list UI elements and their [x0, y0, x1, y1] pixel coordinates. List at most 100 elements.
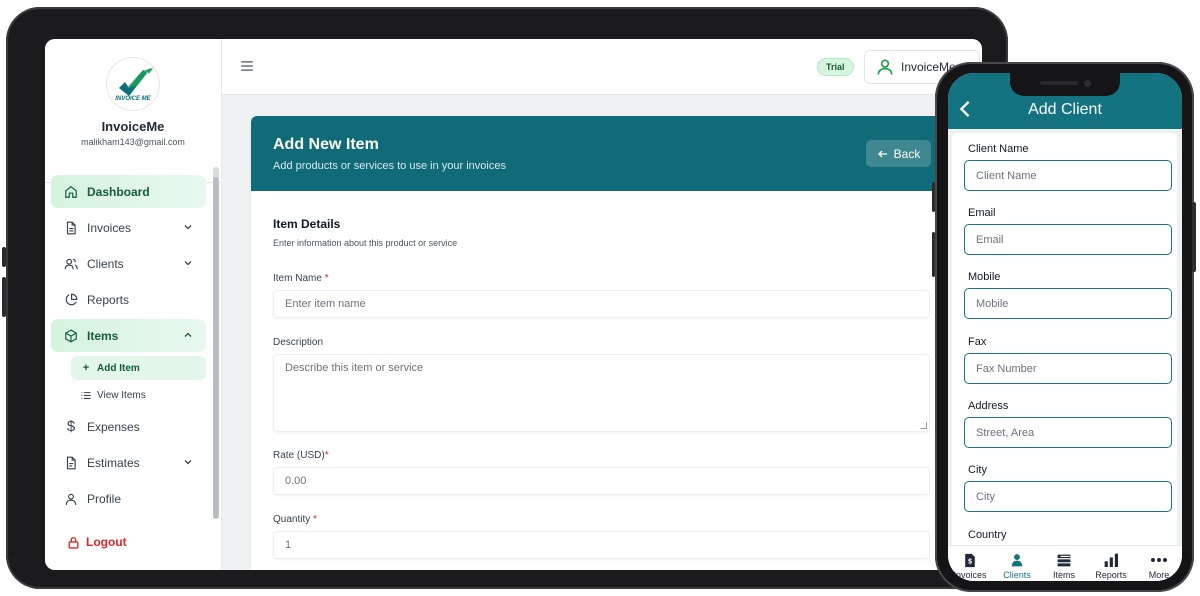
top-bar: Trial InvoiceMe	[222, 39, 982, 95]
chevron-down-icon	[184, 261, 192, 266]
tab-label: Clients	[1003, 570, 1031, 580]
sidebar: INVOICE ME InvoiceMe malikham143@gmail.c…	[45, 39, 222, 570]
address-label: Address	[968, 400, 1009, 412]
sidebar-item-label: Expenses	[87, 419, 140, 434]
phone-side-button	[932, 182, 935, 212]
city-label: City	[968, 464, 987, 476]
required-marker: *	[324, 273, 329, 284]
tab-more[interactable]: More	[1136, 552, 1182, 580]
address-input[interactable]: Street, Area	[964, 417, 1172, 448]
phone-page-title: Add Client	[1028, 101, 1102, 118]
tab-reports[interactable]: Reports	[1088, 552, 1134, 580]
tablet-side-button	[2, 277, 6, 317]
file-icon	[63, 220, 79, 236]
hamburger-menu-icon[interactable]	[240, 59, 254, 73]
sidebar-item-label: Invoices	[87, 220, 132, 235]
logout-label: Logout	[86, 535, 127, 549]
tab-items[interactable]: Items	[1041, 552, 1087, 580]
sidebar-item-clients[interactable]: Clients	[51, 247, 206, 280]
tab-label: Reports	[1095, 570, 1127, 580]
back-button[interactable]: Back	[866, 140, 931, 167]
more-icon	[1136, 552, 1182, 568]
quantity-label: Quantity *	[273, 514, 317, 525]
speaker-grille	[1040, 81, 1078, 85]
sidebar-subitem-label: View Items	[97, 389, 146, 401]
client-name-label: Client Name	[968, 143, 1029, 155]
sidebar-item-invoices[interactable]: Invoices	[51, 211, 206, 244]
items-icon	[1041, 552, 1087, 568]
logo-text: INVOICE ME	[115, 96, 151, 102]
page-title: Add New Item	[273, 136, 379, 153]
phone-tab-bar: $ Invoices Clients Items Reports More	[948, 545, 1182, 581]
phone-side-button	[1192, 202, 1196, 272]
city-input[interactable]: City	[964, 481, 1172, 512]
brand-email: malikham143@gmail.com	[81, 137, 185, 147]
sidebar-item-expenses[interactable]: $ Expenses	[51, 410, 206, 443]
description-placeholder: Describe this item or service	[285, 362, 424, 374]
sidebar-item-profile[interactable]: Profile	[51, 482, 206, 515]
sidebar-item-label: Estimates	[87, 455, 140, 470]
tab-clients[interactable]: Clients	[994, 552, 1040, 580]
camera-icon	[1084, 80, 1091, 87]
sidebar-item-reports[interactable]: Reports	[51, 283, 206, 316]
tablet-frame: INVOICE ME InvoiceMe malikham143@gmail.c…	[2, 7, 1008, 589]
invoice-icon: $	[948, 552, 993, 568]
sidebar-item-label: Items	[87, 328, 119, 343]
svg-text:$: $	[968, 557, 973, 565]
checkmark-logo-icon	[119, 68, 153, 96]
section-title: Item Details	[273, 217, 341, 231]
chevron-up-icon	[184, 332, 192, 337]
fax-input[interactable]: Fax Number	[964, 353, 1172, 384]
person-icon	[994, 552, 1040, 568]
tab-invoices[interactable]: $ Invoices	[948, 552, 993, 580]
quantity-input[interactable]: 1	[273, 531, 930, 559]
sidebar-item-label: Reports	[87, 292, 130, 307]
rate-input[interactable]: 0.00	[273, 467, 930, 495]
home-icon	[63, 184, 79, 200]
mobile-input[interactable]: Mobile	[964, 288, 1172, 319]
sidebar-item-label: Profile	[87, 491, 122, 506]
phone-side-button	[932, 232, 935, 277]
plus-icon: +	[82, 362, 90, 374]
email-label: Email	[968, 207, 996, 219]
sidebar-item-label: Dashboard	[87, 184, 150, 199]
brand-name: InvoiceMe	[101, 119, 165, 134]
sidebar-item-items[interactable]: Items	[51, 319, 206, 352]
chevron-down-icon	[184, 460, 192, 465]
resize-handle-icon[interactable]	[919, 422, 928, 429]
clipboard-icon	[63, 455, 79, 471]
sidebar-subitem-add-item[interactable]: + Add Item	[71, 356, 206, 380]
fax-label: Fax	[968, 336, 987, 348]
client-name-input[interactable]: Client Name	[964, 160, 1172, 191]
sidebar-subitem-view-items[interactable]: View Items	[71, 383, 206, 407]
lock-icon	[67, 536, 80, 549]
tab-label: Invoices	[953, 570, 987, 580]
sidebar-item-dashboard[interactable]: Dashboard	[51, 175, 206, 208]
dollar-icon: $	[66, 418, 76, 435]
sidebar-nav: Dashboard Invoices Clients Reports Items…	[45, 165, 222, 570]
user-icon	[63, 491, 79, 507]
sidebar-item-estimates[interactable]: Estimates	[51, 446, 206, 479]
page-subtitle: Add products or services to use in your …	[273, 160, 506, 172]
phone-header: Add Client	[948, 73, 1182, 129]
client-form: Client Name Client Name Email Email Mobi…	[952, 133, 1177, 553]
country-label: Country	[968, 529, 1007, 541]
logout-button[interactable]: Logout	[67, 535, 127, 549]
brand-logo: INVOICE ME	[106, 57, 160, 111]
description-textarea[interactable]: Describe this item or service	[273, 354, 930, 432]
tablet-screen: INVOICE ME InvoiceMe malikham143@gmail.c…	[45, 39, 982, 570]
tablet-side-button	[2, 247, 6, 267]
phone-screen: Add Client Client Name Client Name Email…	[948, 73, 1182, 581]
device-mockup-stage: INVOICE ME InvoiceMe malikham143@gmail.c…	[0, 0, 1200, 596]
sidebar-item-label: Clients	[87, 256, 124, 271]
sidebar-subitem-label: Add Item	[97, 362, 140, 374]
sidebar-scrollbar-thumb[interactable]	[213, 177, 219, 519]
phone-body: Client Name Client Name Email Email Mobi…	[948, 129, 1182, 553]
item-name-input[interactable]: Enter item name	[273, 290, 930, 318]
back-button-label: Back	[893, 146, 921, 161]
phone-frame: Add Client Client Name Client Name Email…	[932, 62, 1196, 592]
email-input[interactable]: Email	[964, 224, 1172, 255]
bar-chart-icon	[1088, 552, 1134, 568]
phone-notch	[1010, 73, 1120, 96]
section-subtitle: Enter information about this product or …	[273, 238, 458, 248]
